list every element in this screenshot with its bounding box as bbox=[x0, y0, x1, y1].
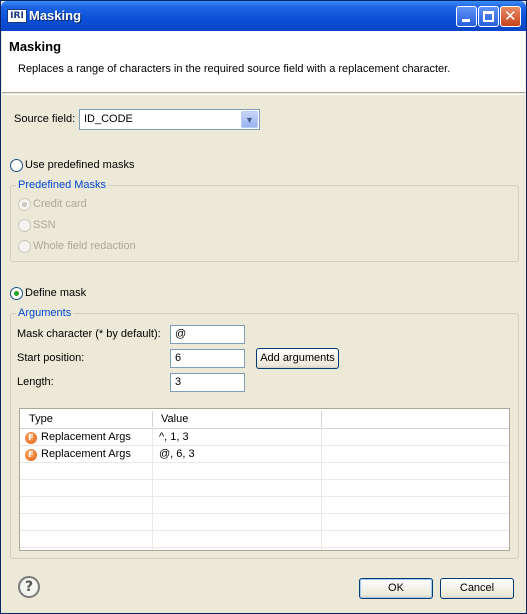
credit-card-radio[interactable] bbox=[18, 198, 31, 211]
source-field-value: ID_CODE bbox=[84, 113, 133, 125]
mask-character-value: @ bbox=[175, 328, 187, 340]
whole-field-redaction-radio[interactable] bbox=[18, 240, 31, 253]
maximize-icon bbox=[483, 11, 494, 22]
close-icon: ✕ bbox=[504, 7, 517, 25]
arguments-title: Arguments bbox=[16, 307, 74, 319]
help-icon[interactable]: ? bbox=[18, 576, 40, 598]
table-row-empty bbox=[20, 514, 509, 531]
minimize-icon bbox=[462, 19, 470, 22]
table-row[interactable]: F Replacement Args @, 6, 3 bbox=[20, 446, 509, 463]
window-title: Masking bbox=[29, 8, 82, 23]
chevron-down-icon[interactable]: ▼ bbox=[241, 111, 258, 128]
row-type: Replacement Args bbox=[41, 431, 131, 443]
credit-card-label: Credit card bbox=[33, 198, 87, 210]
column-header-value[interactable]: Value bbox=[161, 413, 188, 425]
maximize-button[interactable] bbox=[478, 6, 499, 27]
source-field-combo[interactable]: ID_CODE ▼ bbox=[79, 109, 260, 130]
table-row[interactable]: F Replacement Args ^, 1, 3 bbox=[20, 429, 509, 446]
arguments-table[interactable]: Type Value F Replacement Args ^, 1, 3 F … bbox=[19, 408, 510, 551]
header-description: Replaces a range of characters in the re… bbox=[18, 63, 451, 75]
table-row-empty bbox=[20, 497, 509, 514]
start-position-value: 6 bbox=[175, 352, 182, 364]
use-predefined-label[interactable]: Use predefined masks bbox=[25, 159, 134, 171]
add-arguments-button[interactable]: Add arguments bbox=[256, 348, 339, 369]
column-divider[interactable] bbox=[152, 411, 153, 427]
table-row-empty bbox=[20, 480, 509, 497]
ssn-radio[interactable] bbox=[18, 219, 31, 232]
row-value: @, 6, 3 bbox=[159, 448, 195, 460]
mask-character-input[interactable]: @ bbox=[170, 325, 245, 344]
predefined-masks-title: Predefined Masks bbox=[16, 179, 109, 191]
title-bar[interactable]: IRI Masking ✕ bbox=[1, 1, 526, 31]
length-label: Length: bbox=[17, 376, 54, 388]
minimize-button[interactable] bbox=[456, 6, 477, 27]
source-field-label: Source field: bbox=[14, 113, 76, 125]
ssn-label: SSN bbox=[33, 219, 56, 231]
row-value: ^, 1, 3 bbox=[159, 431, 189, 443]
row-type: Replacement Args bbox=[41, 448, 131, 460]
header-divider bbox=[2, 94, 525, 95]
length-input[interactable]: 3 bbox=[170, 373, 245, 392]
mask-character-label: Mask character (* by default): bbox=[17, 328, 161, 340]
table-row-empty bbox=[20, 463, 509, 480]
masking-dialog: IRI Masking ✕ Masking Replaces a range o… bbox=[0, 0, 527, 614]
header-title: Masking bbox=[9, 39, 62, 54]
table-header: Type Value bbox=[20, 409, 509, 429]
column-divider[interactable] bbox=[321, 411, 322, 427]
column-header-type[interactable]: Type bbox=[29, 413, 53, 425]
whole-field-redaction-label: Whole field redaction bbox=[33, 240, 136, 252]
app-icon: IRI bbox=[7, 9, 27, 23]
start-position-label: Start position: bbox=[17, 352, 85, 364]
cancel-button[interactable]: Cancel bbox=[440, 578, 514, 599]
ok-button[interactable]: OK bbox=[359, 578, 433, 599]
length-value: 3 bbox=[175, 376, 182, 388]
function-icon: F bbox=[25, 432, 37, 444]
close-button[interactable]: ✕ bbox=[500, 6, 521, 27]
table-row-empty bbox=[20, 531, 509, 548]
use-predefined-radio[interactable] bbox=[10, 159, 23, 172]
define-mask-label[interactable]: Define mask bbox=[25, 287, 86, 299]
define-mask-radio[interactable] bbox=[10, 287, 23, 300]
dialog-header: Masking Replaces a range of characters i… bbox=[2, 31, 525, 93]
function-icon: F bbox=[25, 449, 37, 461]
start-position-input[interactable]: 6 bbox=[170, 349, 245, 368]
